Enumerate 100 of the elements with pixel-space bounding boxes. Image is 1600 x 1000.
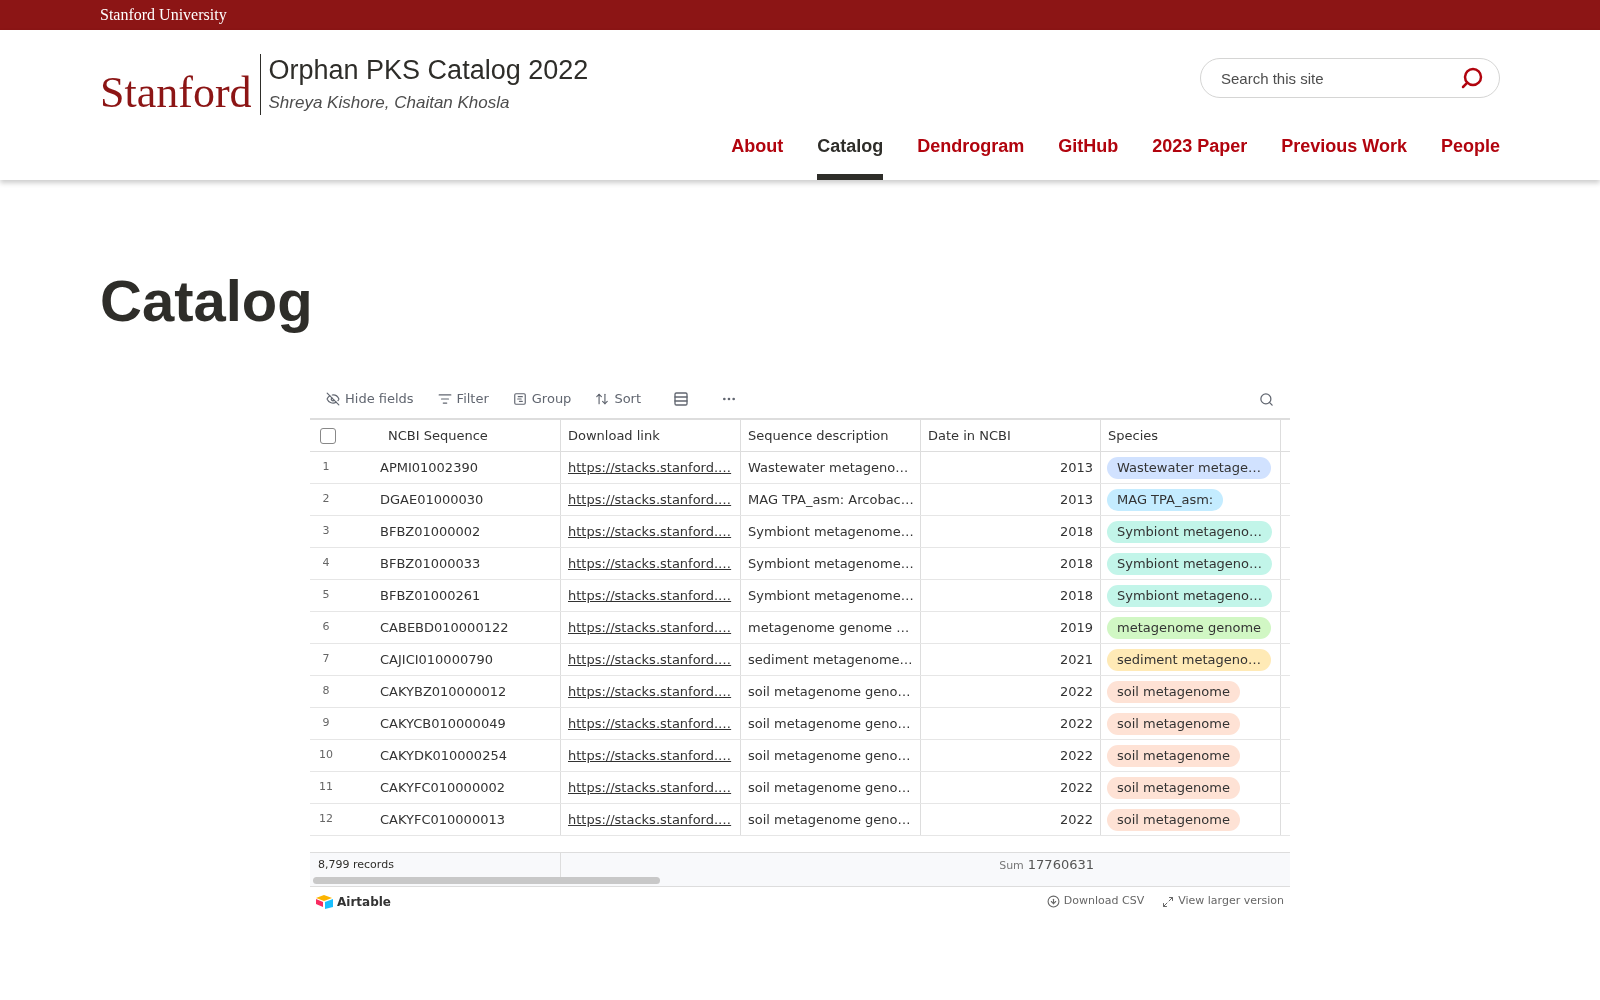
download-link[interactable]: https://stacks.stanford.… bbox=[568, 681, 732, 702]
table-cell-text: 2018 bbox=[1059, 554, 1093, 573]
site-authors: Shreya Kishore, Chaitan Khosla bbox=[268, 91, 511, 114]
species-tag: soil metagenome bbox=[1107, 680, 1240, 703]
row-number: 5 bbox=[321, 587, 331, 604]
row-number: 1 bbox=[321, 459, 331, 476]
table-cell-text: CAKYFC010000013 bbox=[380, 810, 505, 829]
row-number: 7 bbox=[321, 651, 331, 668]
download-icon bbox=[1046, 895, 1060, 908]
table-cell-text: 2013 bbox=[1059, 490, 1093, 509]
download-link[interactable]: https://stacks.stanford.… bbox=[568, 553, 732, 574]
table-cell-text: CAKYBZ010000012 bbox=[380, 682, 507, 701]
table-cell-text: 2022 bbox=[1059, 746, 1093, 765]
list-icon bbox=[512, 392, 527, 406]
table-cell-text: 2021 bbox=[1059, 650, 1093, 669]
toolbar-button[interactable]: Filter bbox=[437, 389, 489, 409]
species-tag: Symbiont metageno… bbox=[1107, 584, 1273, 607]
table-cell-text: BFBZ01000002 bbox=[380, 522, 481, 541]
row-number: 11 bbox=[318, 779, 334, 796]
stanford-logo[interactable]: Stanford bbox=[100, 71, 260, 115]
nav-link[interactable]: 2023 Paper bbox=[1152, 133, 1248, 180]
toolbar-button[interactable]: Group bbox=[512, 389, 572, 409]
download-csv-link[interactable]: Download CSV bbox=[1046, 893, 1145, 910]
nav-link[interactable]: About bbox=[731, 133, 784, 180]
download-link[interactable]: https://stacks.stanford.… bbox=[568, 809, 732, 830]
select-all-checkbox[interactable] bbox=[320, 427, 336, 444]
column-header[interactable]: Download link bbox=[561, 420, 741, 451]
table-cell-text: BFBZ01000261 bbox=[380, 586, 481, 605]
table-cell-text: 2018 bbox=[1059, 586, 1093, 605]
table-cell-text: Symbiont metagenome… bbox=[748, 586, 914, 605]
filter-icon bbox=[437, 392, 452, 406]
download-link[interactable]: https://stacks.stanford.… bbox=[568, 713, 732, 734]
search-field[interactable]: Search this site bbox=[1200, 58, 1500, 98]
column-header[interactable]: Species bbox=[1101, 420, 1281, 451]
table-cell-text: Symbiont metagenome… bbox=[748, 554, 914, 573]
scrollbar[interactable] bbox=[313, 877, 660, 884]
table-cell-text: soil metagenome geno… bbox=[748, 746, 911, 765]
download-link[interactable]: https://stacks.stanford.… bbox=[568, 745, 732, 766]
site-title[interactable]: Orphan PKS Catalog 2022 bbox=[268, 54, 589, 88]
nav-link[interactable]: GitHub bbox=[1058, 133, 1119, 180]
table-cell-text: BFBZ01000033 bbox=[380, 554, 481, 573]
table-cell-text: 2013 bbox=[1059, 458, 1093, 477]
table-cell-text: 2022 bbox=[1059, 778, 1093, 797]
row-number: 10 bbox=[318, 747, 334, 764]
download-link[interactable]: https://stacks.stanford.… bbox=[568, 457, 732, 478]
university-link[interactable]: Stanford University bbox=[100, 3, 227, 27]
row-number: 6 bbox=[321, 619, 331, 636]
download-link[interactable]: https://stacks.stanford.… bbox=[568, 521, 732, 542]
download-link[interactable]: https://stacks.stanford.… bbox=[568, 777, 732, 798]
search-icon[interactable] bbox=[1460, 66, 1484, 90]
view-larger-link[interactable]: View larger version bbox=[1162, 893, 1284, 910]
column-header[interactable]: NCBI Sequence bbox=[388, 425, 488, 446]
species-tag: soil metagenome bbox=[1107, 808, 1240, 831]
table-cell-text: soil metagenome geno… bbox=[748, 714, 911, 733]
download-link[interactable]: https://stacks.stanford.… bbox=[568, 617, 732, 638]
table-cell-text: CABEBD010000122 bbox=[380, 618, 509, 637]
table-cell-text: 2022 bbox=[1059, 810, 1093, 829]
species-tag: MAG TPA_asm: bbox=[1107, 488, 1224, 511]
table-cell-text: CAKYCB010000049 bbox=[380, 714, 506, 733]
nav-link[interactable]: Dendrogram bbox=[917, 133, 1025, 180]
search-icon[interactable] bbox=[1259, 391, 1274, 407]
table-cell-text: DGAE01000030 bbox=[380, 490, 484, 509]
nav-link[interactable]: Catalog bbox=[817, 133, 884, 180]
table-cell-text: CAJICI010000790 bbox=[380, 650, 493, 669]
download-link[interactable]: https://stacks.stanford.… bbox=[568, 489, 732, 510]
sum-value: 17760631 bbox=[1027, 856, 1094, 875]
airtable-logo-icon bbox=[316, 894, 334, 909]
table-cell-text: sediment metagenome… bbox=[748, 650, 913, 669]
download-link[interactable]: https://stacks.stanford.… bbox=[568, 585, 732, 606]
nav-link[interactable]: Previous Work bbox=[1281, 133, 1407, 180]
table-cell-text: 2022 bbox=[1059, 714, 1093, 733]
species-tag: Symbiont metageno… bbox=[1107, 520, 1273, 543]
nav-link[interactable]: People bbox=[1440, 133, 1500, 180]
row-number: 4 bbox=[321, 555, 331, 572]
table-cell-text: metagenome genome … bbox=[748, 618, 910, 637]
species-tag: soil metagenome bbox=[1107, 712, 1240, 735]
sum-label: Sum bbox=[999, 858, 1024, 875]
row-number: 8 bbox=[321, 683, 331, 700]
species-tag: soil metagenome bbox=[1107, 744, 1240, 767]
row-number: 2 bbox=[321, 491, 331, 508]
column-header[interactable]: Date in NCBI bbox=[921, 420, 1101, 451]
toolbar-button[interactable]: Sort bbox=[595, 389, 642, 409]
table-cell-text: CAKYFC010000002 bbox=[380, 778, 505, 797]
table-cell-text: Wastewater metageno… bbox=[748, 458, 909, 477]
table-cell-text: APMI01002390 bbox=[380, 458, 478, 477]
table-cell-text: 2022 bbox=[1059, 682, 1093, 701]
row-height-icon[interactable] bbox=[673, 391, 690, 407]
expand-icon bbox=[1162, 895, 1175, 908]
sort-icon bbox=[595, 392, 610, 406]
table-cell-text: soil metagenome geno… bbox=[748, 810, 911, 829]
table-cell-text: 2019 bbox=[1059, 618, 1093, 637]
species-tag: Wastewater metage… bbox=[1107, 456, 1271, 479]
download-link[interactable]: https://stacks.stanford.… bbox=[568, 649, 732, 670]
toolbar-button[interactable]: Hide fields bbox=[326, 389, 414, 409]
table-cell-text: soil metagenome geno… bbox=[748, 778, 911, 797]
table-cell-text: CAKYDK010000254 bbox=[380, 746, 507, 765]
table-cell-text: 2018 bbox=[1059, 522, 1093, 541]
airtable-logo[interactable]: Airtable bbox=[316, 892, 391, 911]
species-tag: sediment metageno… bbox=[1107, 648, 1271, 671]
column-header[interactable]: Sequence description bbox=[741, 420, 921, 451]
